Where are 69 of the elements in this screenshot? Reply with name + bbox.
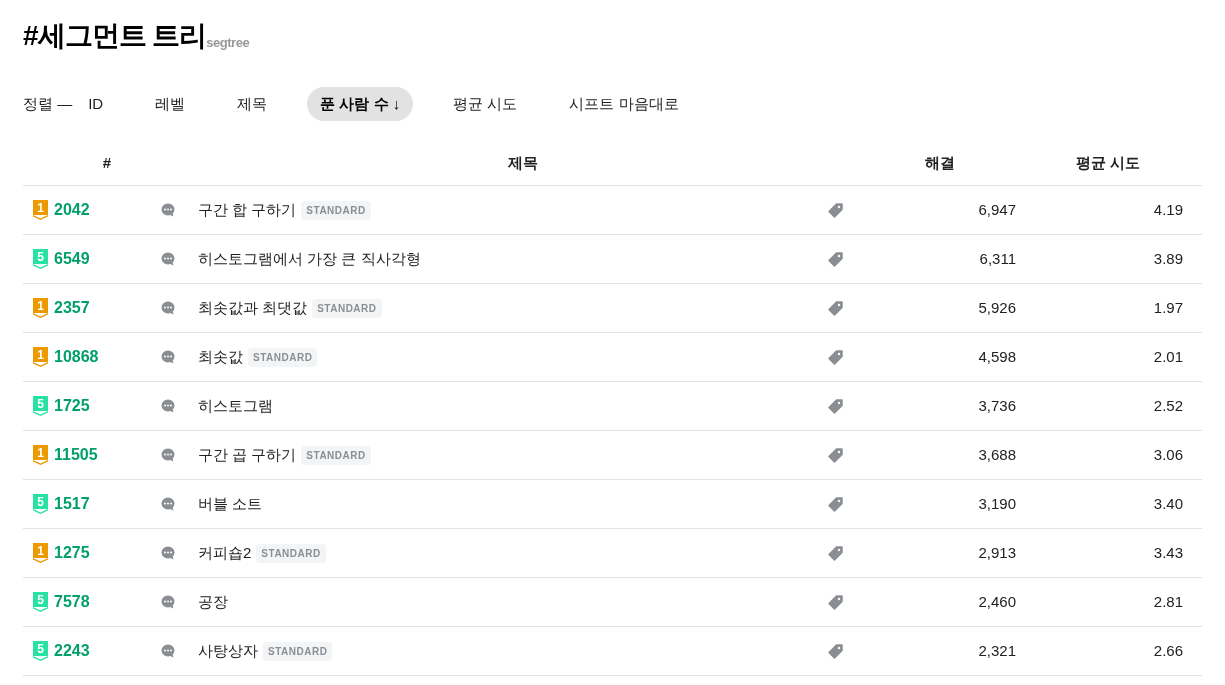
sort-option[interactable]: 평균 시도 — [441, 87, 530, 121]
average-tries-cell: 2.66 — [1153, 641, 1183, 659]
average-tries-cell: 3.43 — [1153, 543, 1183, 561]
average-tries-cell: 3.89 — [1153, 249, 1183, 267]
solved-count-cell: 6,947 — [978, 200, 1016, 218]
sort-option[interactable]: 레벨 — [143, 87, 198, 121]
tag-icon[interactable] — [828, 496, 843, 512]
solved-count-cell: 3,190 — [978, 494, 1016, 512]
speech-bubble-icon[interactable] — [160, 202, 176, 218]
problem-title-link[interactable]: 버블 소트 — [198, 492, 263, 516]
solved-count-cell: 5,926 — [978, 298, 1016, 316]
solved-count-cell: 3,688 — [978, 445, 1016, 463]
speech-bubble-icon[interactable] — [160, 496, 176, 512]
tag-icon[interactable] — [828, 447, 843, 463]
column-header: # — [102, 154, 112, 172]
sort-label: 정렬 — — [23, 93, 73, 114]
average-tries-cell: 4.19 — [1153, 200, 1183, 218]
average-tries-cell: 2.81 — [1153, 592, 1183, 610]
speech-bubble-icon[interactable] — [160, 349, 176, 365]
problem-tag: STANDARD — [256, 543, 326, 563]
tag-icon[interactable] — [828, 202, 843, 218]
problem-title-link[interactable]: 공장 — [198, 590, 228, 614]
solved-count-cell: 2,460 — [978, 592, 1016, 610]
page-subtitle: segtree — [206, 36, 250, 49]
speech-bubble-icon[interactable] — [160, 251, 176, 267]
tag-icon[interactable] — [828, 643, 843, 659]
solved-count-cell: 2,321 — [978, 641, 1016, 659]
problem-title-link[interactable]: 히스토그램에서 가장 큰 직사각형 — [198, 247, 421, 271]
problem-title-link[interactable]: 최솟값 — [198, 345, 243, 369]
problem-tag: STANDARD — [312, 298, 382, 318]
tag-icon[interactable] — [828, 545, 843, 561]
tag-icon[interactable] — [828, 594, 843, 610]
sort-option[interactable]: 시프트 마음대로 — [557, 87, 691, 121]
average-tries-cell: 1.97 — [1153, 298, 1183, 316]
column-header: 평균 시도 — [1075, 154, 1141, 172]
speech-bubble-icon[interactable] — [160, 398, 176, 414]
average-tries-cell: 2.01 — [1153, 347, 1183, 365]
tag-icon[interactable] — [828, 300, 843, 316]
tag-icon[interactable] — [828, 349, 843, 365]
speech-bubble-icon[interactable] — [160, 545, 176, 561]
problem-title-link[interactable]: 히스토그램 — [198, 394, 273, 418]
problem-title-link[interactable]: 구간 합 구하기 — [198, 198, 297, 222]
problem-tag: STANDARD — [263, 641, 333, 661]
solved-count-cell: 4,598 — [978, 347, 1016, 365]
problem-title-link[interactable]: 커피숍2 — [198, 541, 252, 565]
column-header: 해결 — [925, 154, 955, 172]
speech-bubble-icon[interactable] — [160, 643, 176, 659]
tag-icon[interactable] — [828, 398, 843, 414]
column-header: 제목 — [508, 154, 538, 172]
problem-tag: STANDARD — [301, 445, 371, 465]
problem-tag: STANDARD — [248, 347, 318, 367]
speech-bubble-icon[interactable] — [160, 447, 176, 463]
page-title: #세그먼트 트리 — [23, 22, 207, 50]
sort-option[interactable]: 푼 사람 수 ↓ — [307, 87, 414, 121]
solved-count-cell: 6,311 — [979, 249, 1016, 267]
average-tries-cell: 3.40 — [1153, 494, 1183, 512]
speech-bubble-icon[interactable] — [160, 594, 176, 610]
sort-option[interactable]: ID — [76, 87, 116, 121]
speech-bubble-icon[interactable] — [160, 300, 176, 316]
problem-title-link[interactable]: 최솟값과 최댓값 — [198, 296, 308, 320]
solved-count-cell: 2,913 — [978, 543, 1016, 561]
problem-title-link[interactable]: 사탕상자 — [198, 639, 258, 663]
sort-option[interactable]: 제목 — [225, 87, 280, 121]
average-tries-cell: 2.52 — [1153, 396, 1183, 414]
solved-count-cell: 3,736 — [978, 396, 1016, 414]
tag-icon[interactable] — [828, 251, 843, 267]
problem-title-link[interactable]: 구간 곱 구하기 — [198, 443, 297, 467]
average-tries-cell: 3.06 — [1153, 445, 1183, 463]
problem-tag: STANDARD — [301, 200, 371, 220]
